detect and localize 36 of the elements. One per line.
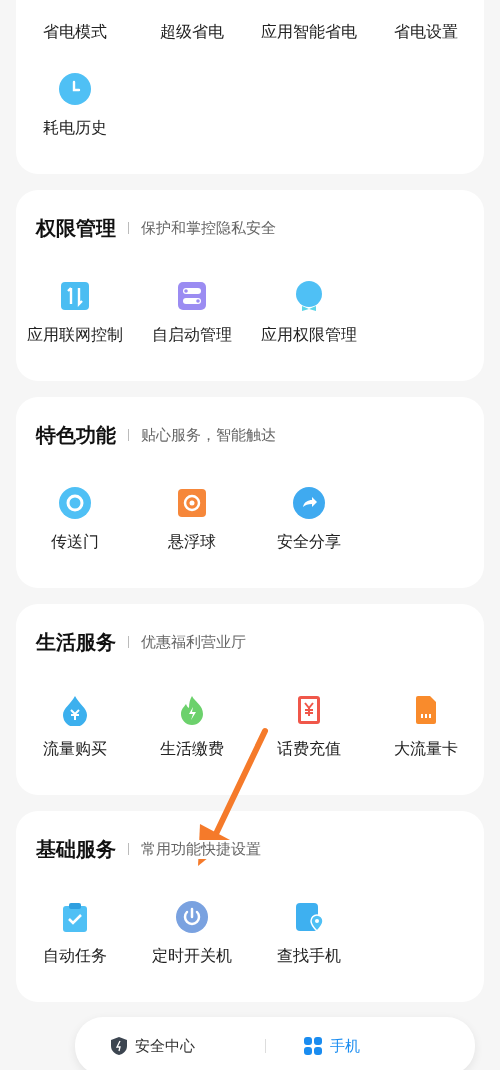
feature-label[interactable]: 应用联网控制 xyxy=(26,325,123,345)
toggles-icon xyxy=(175,280,208,312)
shield-icon xyxy=(111,1037,127,1055)
power-icon xyxy=(175,901,208,933)
section-title: 权限管理 xyxy=(36,216,116,240)
feature-label[interactable]: 耗电历史 xyxy=(42,118,107,138)
feature-label[interactable]: 安全分享 xyxy=(276,532,341,552)
feature-label[interactable]: 定时开关机 xyxy=(151,946,232,966)
section-title: 基础服务 xyxy=(36,837,116,861)
section-subtitle: 贴心服务，智能触达 xyxy=(141,425,276,445)
feature-label[interactable]: 话费充值 xyxy=(276,739,341,759)
grid-icon xyxy=(304,1037,322,1055)
section-title: 生活服务 xyxy=(36,630,116,654)
feature-label[interactable]: 应用智能省电 xyxy=(260,22,357,42)
feature-label[interactable]: 自动任务 xyxy=(42,946,107,966)
nav-tab[interactable]: 安全中心 xyxy=(111,1036,195,1056)
section-subtitle: 优惠福利营业厅 xyxy=(141,632,246,652)
feature-label[interactable]: 应用权限管理 xyxy=(260,325,357,345)
feature-label[interactable]: 超级省电 xyxy=(159,22,224,42)
nav-tab[interactable]: 手机 xyxy=(304,1036,360,1056)
clock-icon xyxy=(58,73,91,105)
section-title: 特色功能 xyxy=(36,423,116,447)
feature-label[interactable]: 流量购买 xyxy=(42,739,107,759)
feature-label[interactable]: 生活缴费 xyxy=(159,739,224,759)
feature-label[interactable]: 大流量卡 xyxy=(393,739,458,759)
section-subtitle: 保护和掌控隐私安全 xyxy=(141,218,276,238)
share-icon xyxy=(292,487,325,519)
section-subtitle: 常用功能快捷设置 xyxy=(141,839,261,859)
arrows-icon xyxy=(58,280,91,312)
feature-label[interactable]: 悬浮球 xyxy=(167,532,216,552)
ring-icon xyxy=(58,487,91,519)
feature-label[interactable]: 传送门 xyxy=(50,532,99,552)
feature-label[interactable]: 省电模式 xyxy=(42,22,107,42)
feature-label[interactable]: 自启动管理 xyxy=(151,325,232,345)
feature-label[interactable]: 查找手机 xyxy=(276,946,341,966)
feature-label[interactable]: 省电设置 xyxy=(393,22,458,42)
